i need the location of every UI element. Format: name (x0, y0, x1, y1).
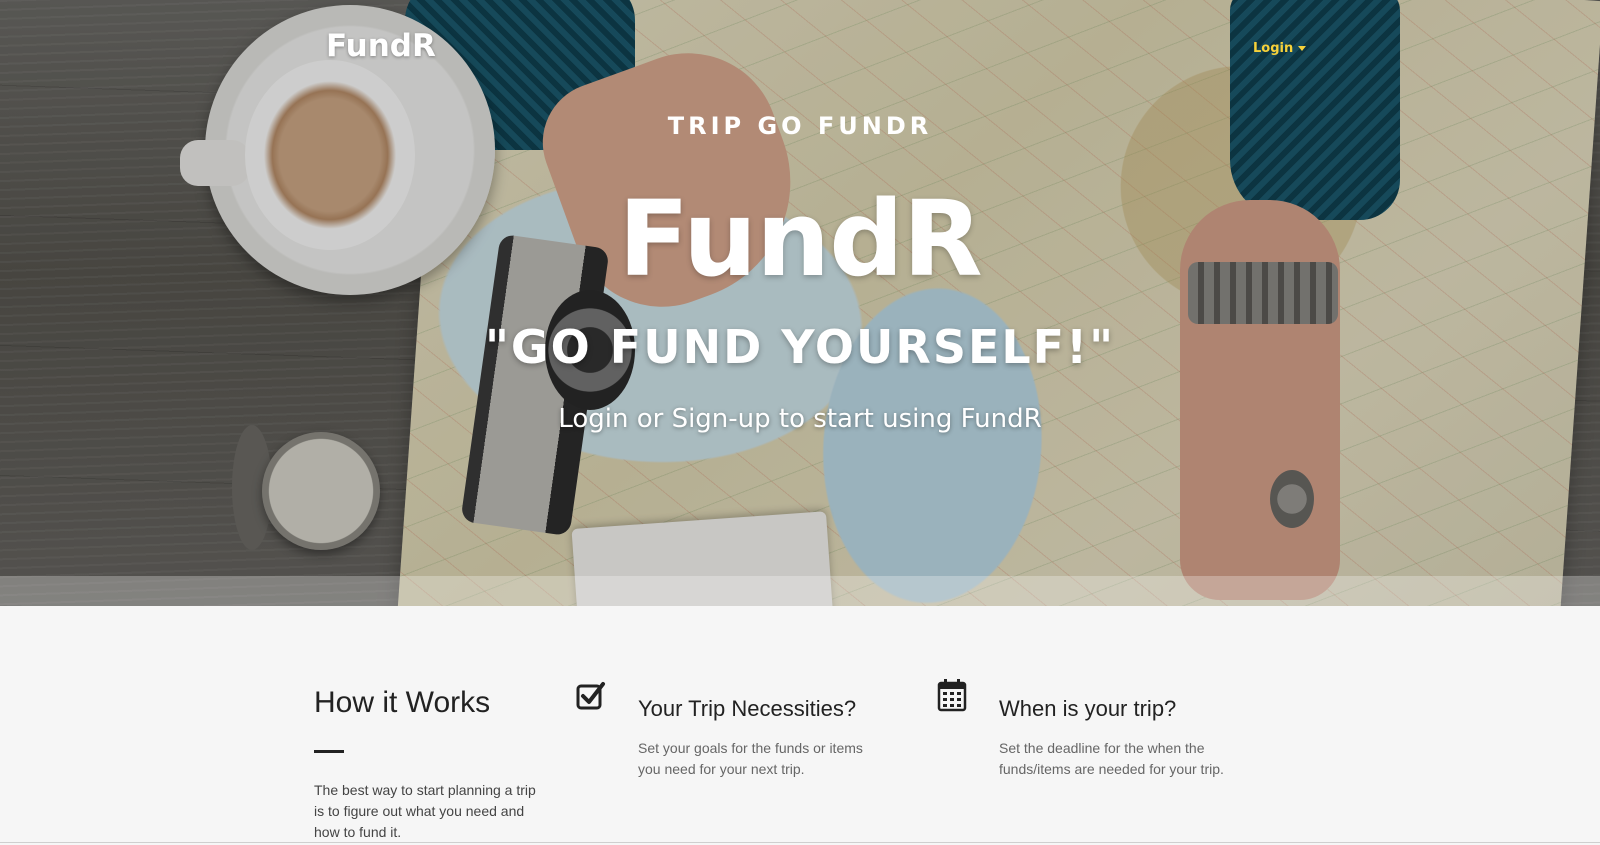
feature-title: When is your trip? (999, 696, 1177, 721)
how-it-works-section: How it Works The best way to start plann… (0, 606, 1600, 845)
hero-subline: Login or Sign-up to start using FundR (558, 404, 1042, 434)
brand-logo[interactable]: FundR (326, 28, 436, 64)
title-underline (314, 750, 344, 753)
hero-banner: FundR Login TRIP GO FUNDR FundR "GO FUND… (0, 0, 1600, 606)
bottom-divider (0, 842, 1600, 843)
feature-text: Set your goals for the funds or items yo… (638, 740, 863, 777)
how-it-works-title: How it Works (314, 686, 491, 719)
how-it-works-text: The best way to start planning a trip is… (314, 782, 536, 840)
login-label: Login (1253, 41, 1294, 56)
checkbox-icon (576, 682, 605, 710)
hero-overlay (0, 0, 1600, 606)
hero-kicker: TRIP GO FUNDR (667, 112, 933, 140)
caret-down-icon (1298, 46, 1307, 51)
feature-title: Your Trip Necessities? (638, 696, 857, 721)
hero-title: FundR (618, 178, 982, 300)
hero-tagline: "GO FUND YOURSELF!" (484, 320, 1116, 374)
login-dropdown[interactable]: Login (1253, 41, 1307, 56)
feature-text: Set the deadline for the when the funds/… (999, 740, 1224, 777)
calendar-icon (937, 679, 967, 712)
hero-bottom-band (0, 576, 1600, 606)
